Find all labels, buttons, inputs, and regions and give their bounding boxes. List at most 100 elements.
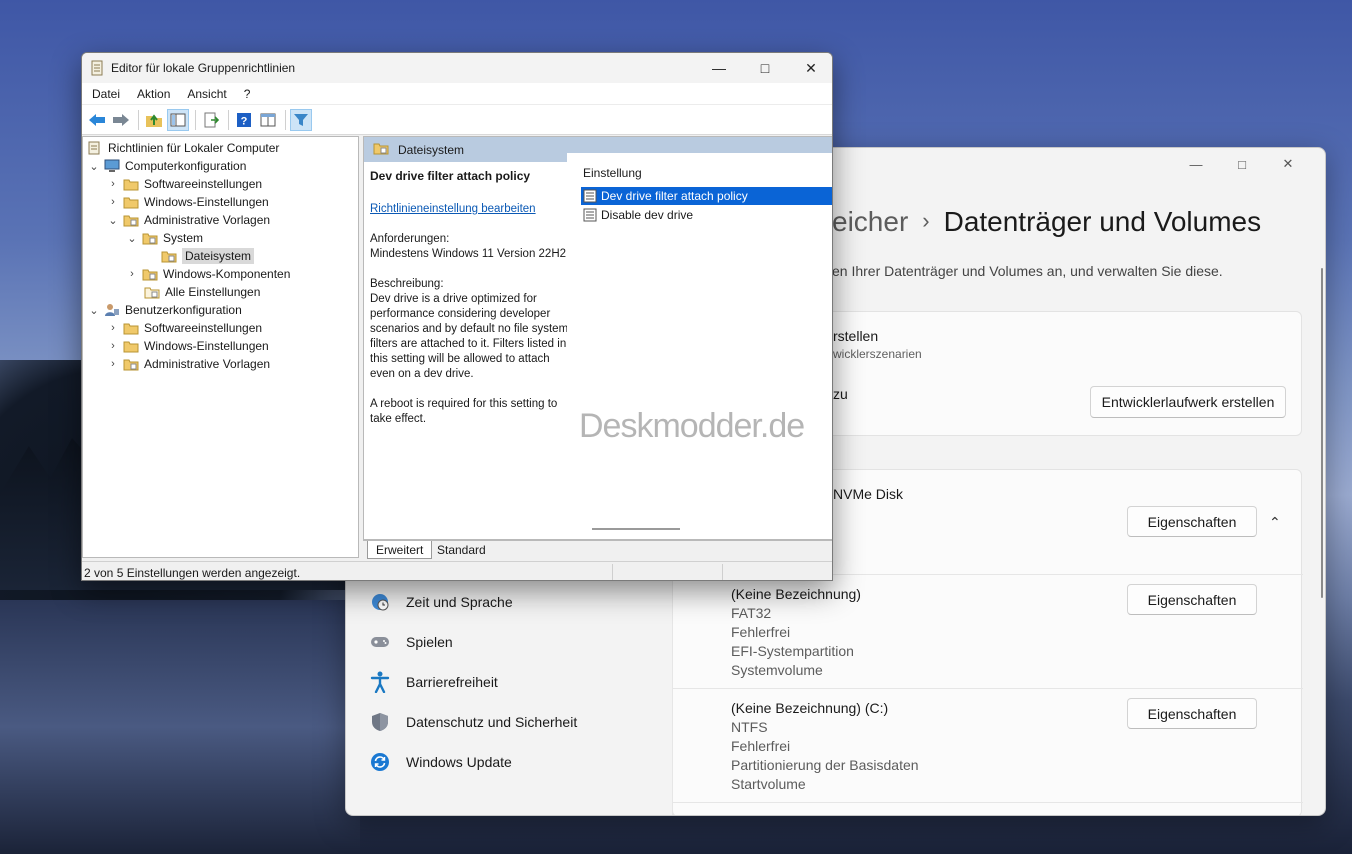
properties-view-icon[interactable] bbox=[257, 109, 279, 131]
minimize-icon[interactable]: — bbox=[1173, 154, 1219, 174]
chevron-down-icon[interactable]: ⌄ bbox=[106, 214, 120, 227]
svg-text:?: ? bbox=[241, 115, 248, 127]
chevron-down-icon[interactable]: ⌄ bbox=[87, 304, 101, 317]
maximize-button[interactable]: □ bbox=[742, 53, 788, 83]
admin-template-folder-icon bbox=[123, 357, 139, 371]
scrollbar[interactable] bbox=[1321, 268, 1323, 598]
tree-node-u-admin[interactable]: › Administrative Vorlagen bbox=[106, 355, 270, 373]
chevron-down-icon[interactable]: ⌄ bbox=[125, 232, 139, 245]
page-subtitle: en Ihrer Datenträger und Volumes an, und… bbox=[832, 263, 1223, 279]
breadcrumb-parent[interactable]: eicher bbox=[832, 206, 908, 237]
tree-node-dateisystem[interactable]: Dateisystem bbox=[161, 247, 255, 265]
forward-arrow-icon[interactable] bbox=[110, 109, 132, 131]
tree-node-alle-einstellungen[interactable]: Alle Einstellungen bbox=[144, 283, 260, 301]
nav-label: Spielen bbox=[406, 634, 453, 650]
list-item[interactable]: Disable dev drive bbox=[581, 206, 832, 224]
horizontal-scrollbar[interactable] bbox=[592, 528, 680, 530]
nav-item-accessibility[interactable]: Barrierefreiheit bbox=[368, 665, 668, 699]
partition-name: (Keine Bezeichnung) bbox=[731, 586, 861, 602]
folder-icon bbox=[123, 195, 139, 209]
tree-node-c-software[interactable]: › Softwareeinstellungen bbox=[106, 175, 262, 193]
filter-icon[interactable] bbox=[290, 108, 312, 131]
dev-drive-card-text: zu bbox=[833, 386, 848, 402]
nav-item-privacy[interactable]: Datenschutz und Sicherheit bbox=[368, 705, 668, 739]
folder-icon bbox=[123, 177, 139, 191]
policy-tree: Richtlinien für Lokaler Computer ⌄ Compu… bbox=[82, 136, 359, 558]
dev-drive-card-title: rstellen bbox=[833, 328, 879, 344]
back-arrow-icon[interactable] bbox=[86, 109, 108, 131]
chevron-right-icon[interactable]: › bbox=[106, 322, 120, 334]
partition-properties-button[interactable]: Eigenschaften bbox=[1127, 698, 1257, 729]
deskmodder-watermark: Deskmodder.de bbox=[579, 407, 805, 445]
globe-clock-icon bbox=[368, 590, 392, 614]
tree-label: Richtlinien für Lokaler Computer bbox=[108, 141, 280, 155]
status-divider bbox=[612, 564, 613, 580]
policy-setting-icon bbox=[583, 189, 597, 203]
tree-label: Windows-Einstellungen bbox=[144, 195, 269, 209]
view-tabs: Erweitert Standard bbox=[363, 540, 832, 559]
policy-setting-icon bbox=[583, 208, 597, 222]
tree-node-u-windows[interactable]: › Windows-Einstellungen bbox=[106, 337, 269, 355]
up-folder-icon[interactable] bbox=[143, 109, 165, 131]
column-header-einstellung[interactable]: Einstellung bbox=[583, 166, 642, 180]
chevron-right-icon[interactable]: › bbox=[125, 268, 139, 280]
tree-node-u-software[interactable]: › Softwareeinstellungen bbox=[106, 319, 262, 337]
tree-node-c-windows[interactable]: › Windows-Einstellungen bbox=[106, 193, 269, 211]
toolbar-separator bbox=[228, 109, 229, 130]
divider bbox=[673, 802, 1303, 803]
tree-label: Windows-Einstellungen bbox=[144, 339, 269, 353]
menu-item-ansicht[interactable]: Ansicht bbox=[187, 87, 226, 101]
tab-erweitert[interactable]: Erweitert bbox=[367, 541, 433, 559]
menu-item-help[interactable]: ? bbox=[244, 87, 251, 101]
chevron-right-icon[interactable]: › bbox=[106, 340, 120, 352]
admin-template-folder-icon bbox=[373, 142, 389, 158]
partition-properties-button[interactable]: Eigenschaften bbox=[1127, 584, 1257, 615]
help-icon[interactable]: ? bbox=[233, 109, 255, 131]
chevron-right-icon[interactable]: › bbox=[106, 196, 120, 208]
admin-template-folder-icon bbox=[144, 285, 160, 299]
nav-item-time-language[interactable]: Zeit und Sprache bbox=[368, 585, 668, 619]
nav-label: Zeit und Sprache bbox=[406, 594, 513, 610]
nav-divider bbox=[672, 568, 673, 815]
partition-state: Fehlerfrei bbox=[731, 738, 791, 754]
list-item[interactable]: Dev drive filter attach policy bbox=[581, 187, 832, 205]
close-icon[interactable]: ✕ bbox=[1265, 154, 1311, 174]
maximize-icon[interactable]: □ bbox=[1219, 154, 1265, 174]
chevron-up-icon[interactable]: ⌃ bbox=[1269, 514, 1281, 531]
tree-label: Computerkonfiguration bbox=[125, 159, 247, 173]
page-title-text: Datenträger und Volumes bbox=[943, 206, 1262, 237]
tree-node-c-admin[interactable]: ⌄ Administrative Vorlagen bbox=[106, 211, 270, 229]
nav-item-gaming[interactable]: Spielen bbox=[368, 625, 668, 659]
menu-item-aktion[interactable]: Aktion bbox=[137, 87, 170, 101]
tree-node-system[interactable]: ⌄ System bbox=[125, 229, 203, 247]
requirements-label: Anforderungen: bbox=[370, 233, 450, 245]
nav-item-windows-update[interactable]: Windows Update bbox=[368, 745, 668, 779]
reboot-note: A reboot is required for this setting to… bbox=[370, 398, 558, 425]
chevron-right-icon[interactable]: › bbox=[106, 178, 120, 190]
menu-item-datei[interactable]: Datei bbox=[92, 87, 120, 101]
partition-item: (Keine Bezeichnung) FAT32 Fehlerfrei EFI… bbox=[731, 585, 861, 680]
toolbar-separator bbox=[285, 109, 286, 130]
tree-node-root[interactable]: Richtlinien für Lokaler Computer bbox=[87, 139, 279, 157]
tree-node-computer[interactable]: ⌄ Computerkonfiguration bbox=[87, 157, 246, 175]
disk-properties-button[interactable]: Eigenschaften bbox=[1127, 506, 1257, 537]
chevron-down-icon[interactable]: ⌄ bbox=[87, 160, 101, 173]
chevron-right-icon[interactable]: › bbox=[106, 358, 120, 370]
partition-fs: NTFS bbox=[731, 719, 768, 735]
create-dev-drive-button[interactable]: Entwicklerlaufwerk erstellen bbox=[1090, 386, 1286, 418]
page-title: eicher › Datenträger und Volumes bbox=[832, 206, 1261, 238]
tab-standard[interactable]: Standard bbox=[429, 541, 494, 559]
minimize-button[interactable]: — bbox=[696, 53, 742, 83]
tree-node-windows-komponenten[interactable]: › Windows-Komponenten bbox=[125, 265, 290, 283]
accessibility-icon bbox=[368, 670, 392, 694]
list-item-label: Disable dev drive bbox=[601, 208, 694, 222]
show-hide-tree-icon[interactable] bbox=[167, 108, 189, 131]
close-button[interactable]: ✕ bbox=[788, 53, 832, 83]
chevron-right-icon: › bbox=[922, 208, 930, 233]
tree-node-user[interactable]: ⌄ Benutzerkonfiguration bbox=[87, 301, 241, 319]
title-bar[interactable]: Editor für lokale Gruppenrichtlinien — □… bbox=[82, 53, 832, 83]
tree-label: System bbox=[163, 231, 204, 245]
export-list-icon[interactable] bbox=[200, 109, 222, 131]
tree-label: Dateisystem bbox=[182, 248, 255, 264]
edit-policy-link[interactable]: Richtlinieneinstellung bearbeiten bbox=[370, 202, 570, 217]
